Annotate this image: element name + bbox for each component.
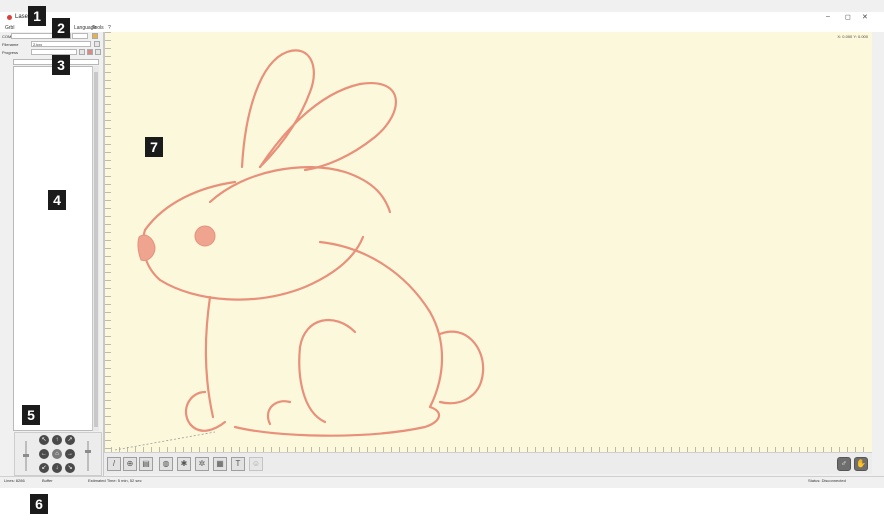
draw-tool-icon[interactable]: / (107, 457, 121, 471)
laser-app-window: Lase – ◻ ✕ Grbl Language Tools ? COM Fil… (0, 0, 884, 488)
document-tool-icon[interactable]: ▤ (139, 457, 153, 471)
annotation-badge-6: 6 (30, 494, 48, 514)
run-button[interactable] (95, 49, 101, 55)
preview-canvas[interactable]: X: 0.000 Y: 0.000 (104, 32, 872, 452)
rabbit-engraving-preview (114, 49, 485, 451)
bottom-toolbar: / ⊕ ▤ ◍ ✱ ✲ ▦ T ☺ ♂ ✋ (104, 452, 872, 474)
person-walk-icon[interactable]: ♂ (837, 457, 851, 471)
annotation-badge-4: 4 (48, 190, 66, 210)
estimated-time: Estimated Time: 5 min, 52 sec (88, 478, 142, 483)
stop-button[interactable] (79, 49, 85, 55)
user-tool-icon[interactable]: ☺ (249, 457, 263, 471)
jog-down-right-button[interactable]: ↘ (65, 463, 75, 473)
console-scrollbar[interactable] (92, 66, 99, 431)
step-slider[interactable] (87, 441, 89, 471)
open-file-button[interactable] (94, 41, 100, 47)
menu-bar: Grbl Language Tools ? (0, 24, 884, 32)
buffer-label: Buffer (42, 478, 53, 483)
crosshair-tool-icon[interactable]: ✲ (195, 457, 209, 471)
jog-up-right-button[interactable]: ↗ (65, 435, 75, 445)
filename-row: Filename 2.jpg (2, 41, 102, 48)
jog-control-panel: ↖ ↑ ↗ ← ⌂ → ↙ ↓ ↘ (14, 432, 102, 476)
filename-label: Filename (2, 42, 19, 47)
shape-tool-icon[interactable]: ◍ (159, 457, 173, 471)
connect-button[interactable] (92, 33, 98, 39)
jog-home-button[interactable]: ⌂ (52, 449, 62, 459)
annotation-badge-1: 1 (28, 6, 46, 26)
jog-down-button[interactable]: ↓ (52, 463, 62, 473)
console-scrollbar-thumb[interactable] (94, 72, 98, 427)
gear-tool-icon[interactable]: ✱ (177, 457, 191, 471)
jog-down-left-button[interactable]: ↙ (39, 463, 49, 473)
hand-icon[interactable]: ✋ (854, 457, 868, 471)
jog-left-button[interactable]: ← (39, 449, 49, 459)
speed-slider-knob[interactable] (23, 454, 29, 457)
step-slider-knob[interactable] (85, 450, 91, 453)
image-tool-icon[interactable]: ▦ (213, 457, 227, 471)
jog-up-button[interactable]: ↑ (52, 435, 62, 445)
console-log-area[interactable] (13, 66, 99, 431)
window-title: Lase (15, 14, 29, 20)
progress-label: Progress (2, 50, 19, 55)
zoom-tool-icon[interactable]: ⊕ (123, 457, 137, 471)
title-bar: Lase – ◻ ✕ (0, 12, 884, 24)
maximize-button[interactable]: ◻ (845, 13, 851, 21)
connection-status: Status: Disconnected (808, 478, 846, 483)
pin-tool-icon[interactable]: T (231, 457, 245, 471)
com-label: COM (2, 34, 12, 39)
annotation-badge-3: 3 (52, 55, 70, 75)
app-logo-icon (7, 15, 12, 20)
jog-right-button[interactable]: → (65, 449, 75, 459)
menu-item-tools[interactable]: Tools (92, 25, 104, 31)
menu-item-help[interactable]: ? (108, 25, 111, 31)
minimize-button[interactable]: – (826, 13, 830, 20)
baud-rate-select[interactable] (72, 33, 88, 39)
filename-input[interactable]: 2.jpg (31, 41, 91, 47)
annotation-badge-7: 7 (145, 137, 163, 157)
status-bar: Lines: 8286 Buffer Estimated Time: 5 min… (0, 476, 884, 484)
annotation-badge-5: 5 (22, 405, 40, 425)
menu-item-grbl[interactable]: Grbl (5, 25, 14, 31)
annotation-badge-2: 2 (52, 18, 70, 38)
jog-up-left-button[interactable]: ↖ (39, 435, 49, 445)
close-button[interactable]: ✕ (862, 13, 868, 21)
pause-button[interactable] (87, 49, 93, 55)
lines-count: Lines: 8286 (4, 478, 25, 483)
